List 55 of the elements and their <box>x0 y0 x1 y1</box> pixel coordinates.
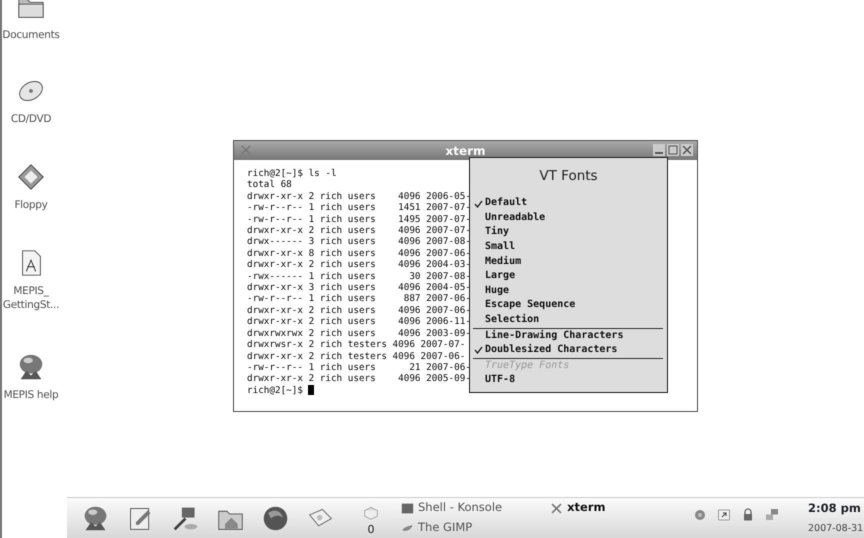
menu-item[interactable]: Doublesized Characters <box>470 343 667 358</box>
clipboard-icon[interactable] <box>716 507 732 523</box>
menu-item[interactable]: Unreadable <box>470 210 667 226</box>
icon-label[interactable]: Documents <box>2 28 60 42</box>
trash-count: 0 <box>368 522 374 536</box>
terminal-line: -rw-r--r-- 1 rich users 1451 2007-07- <box>247 202 471 214</box>
clock-date: 2007-08-31 <box>808 522 864 536</box>
terminal-line: drwxr-xr-x 2 rich users 4096 2006-11- <box>247 316 471 328</box>
terminal-line: drwxr-xr-x 3 rich users 4096 2004-05- <box>247 282 471 294</box>
terminal-line: total 68 <box>247 179 292 191</box>
terminal-line: drwx------ 3 rich users 4096 2007-08- <box>247 236 471 248</box>
taskbar-task[interactable]: The GIMP <box>401 518 502 538</box>
terminal-line: drwxrwxrwx 2 rich users 4096 2003-09- <box>247 328 471 340</box>
x-icon <box>550 502 564 514</box>
icon-label[interactable]: Floppy <box>14 198 48 212</box>
check-icon <box>474 200 483 208</box>
window-title: xterm <box>445 142 486 160</box>
terminal-line: drwxrwsr-x 2 rich testers 4096 2007-07- <box>247 339 466 350</box>
menu-item[interactable]: Selection <box>470 313 667 328</box>
terminal-line: rich@2[~]$ ls -l <box>247 168 337 180</box>
terminal-prompt: rich@2[~]$ <box>247 384 303 396</box>
terminal-line: drwxr-xr-x 2 rich users 4096 2006-05- <box>247 190 471 202</box>
terminal-line: drwxr-xr-x 2 rich users 4096 2007-06- <box>247 304 471 316</box>
terminal-line: drwxr-xr-x 2 rich users 4096 2007-07- <box>247 225 471 236</box>
close-button[interactable] <box>680 143 694 157</box>
icon-label[interactable]: MEPIS help <box>4 388 58 402</box>
taskbar-task[interactable]: xterm <box>550 498 606 518</box>
terminal-line: -rw-r--r-- 1 rich users 887 2007-06- <box>247 293 471 305</box>
terminal-line: drwxr-xr-x 2 rich users 4096 2004-03- <box>247 259 471 271</box>
minimize-button[interactable] <box>652 143 666 157</box>
menu-item[interactable]: Medium <box>470 254 667 270</box>
network-icon[interactable] <box>764 507 780 523</box>
terminal-icon <box>401 502 414 514</box>
terminal-line: -rw-r--r-- 1 rich users 21 2007-06- <box>247 362 471 374</box>
menu-item[interactable]: Huge <box>470 284 667 298</box>
menu-item[interactable]: UTF-8 <box>470 373 667 388</box>
icon-label[interactable]: MEPIS_ GettingSt... <box>2 284 60 312</box>
terminal-line: drwxr-xr-x 8 rich users 4096 2007-06- <box>247 248 471 260</box>
menu-item[interactable]: Line-Drawing Characters <box>470 328 667 344</box>
terminal-line: drwxr-xr-x 2 rich users 4096 2005-09- <box>247 373 471 385</box>
menu-item[interactable]: Tiny <box>470 225 667 240</box>
clock-time: 2:08 pm <box>808 500 862 518</box>
menu-item[interactable]: Default <box>470 196 667 211</box>
menu-title: VT Fonts <box>538 167 599 186</box>
terminal-line: drwxr-xr-x 2 rich testers 4096 2007-06- <box>247 350 466 362</box>
menu-item[interactable]: Escape Sequence <box>470 298 667 313</box>
text-cursor <box>308 385 314 396</box>
menu-item[interactable]: Large <box>470 269 667 284</box>
taskbar-task[interactable]: Shell - Konsole <box>401 498 502 518</box>
check-icon <box>474 346 483 354</box>
icon-label[interactable]: CD/DVD <box>10 112 52 126</box>
terminal-line: -rwx------ 1 rich users 30 2007-08- <box>247 270 471 282</box>
terminal-line: -rw-r--r-- 1 rich users 1495 2007-07- <box>247 214 471 226</box>
maximize-button[interactable] <box>666 143 680 157</box>
menu-item[interactable]: Small <box>470 240 667 255</box>
